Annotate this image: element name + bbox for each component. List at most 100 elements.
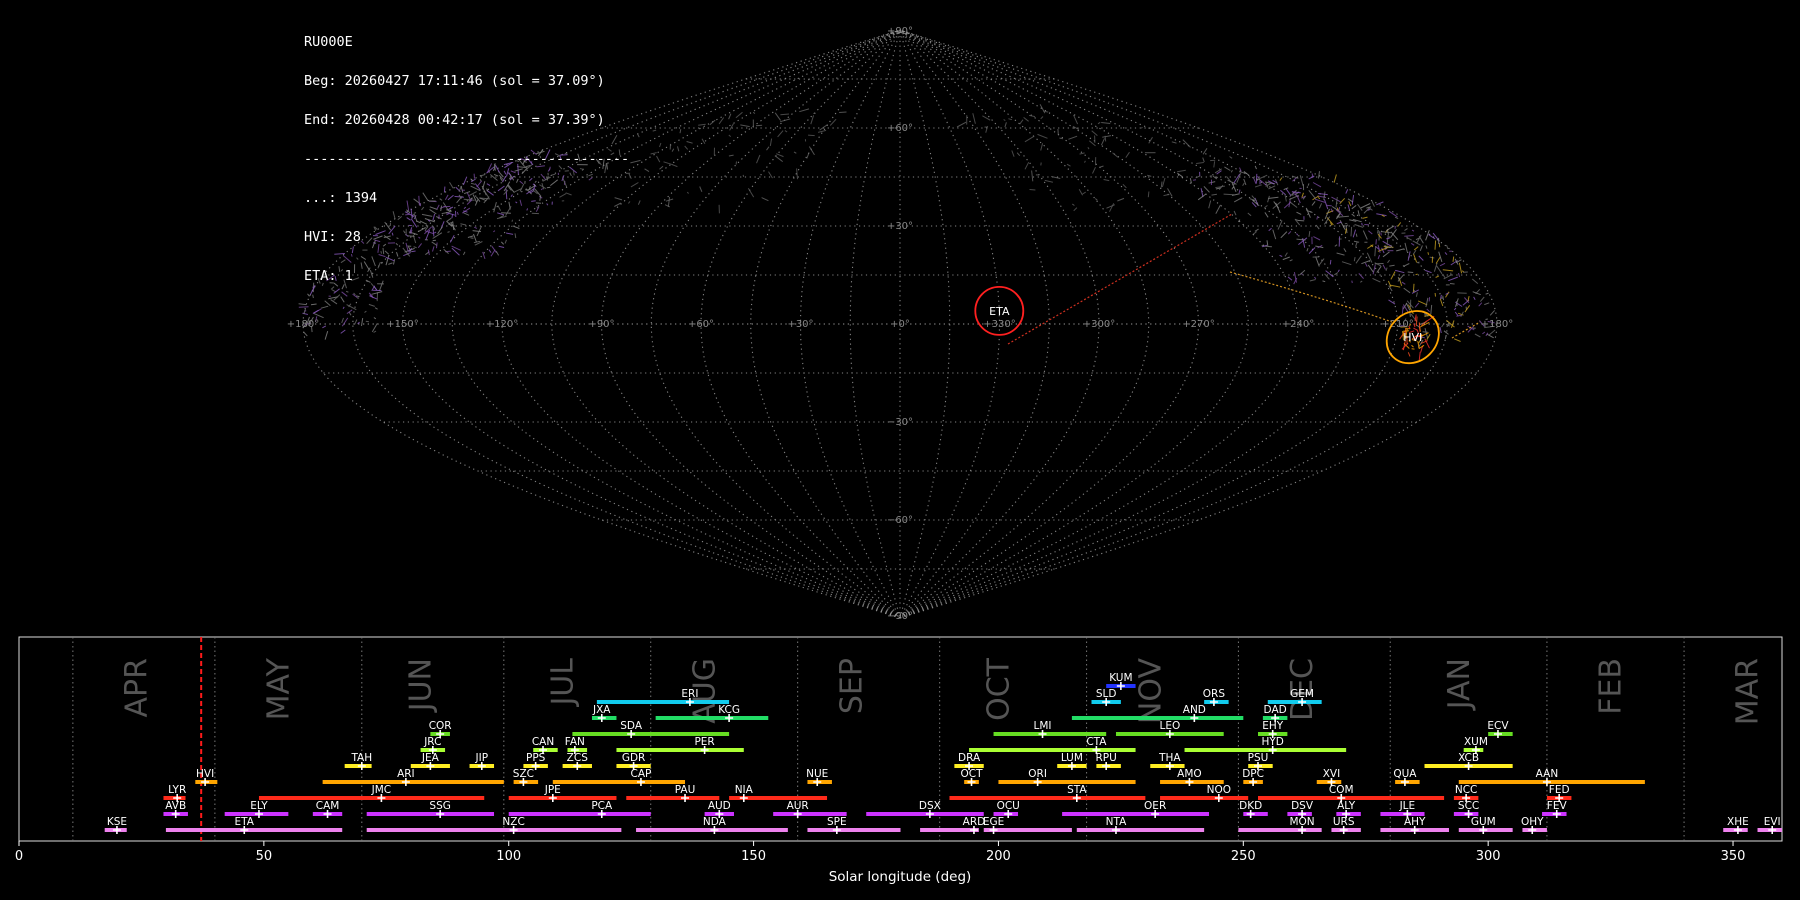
meteor-trail	[1084, 160, 1086, 163]
shower-fev: FEV	[1542, 800, 1567, 818]
shower-code-label: DRA	[958, 752, 981, 764]
meteor-trail	[364, 310, 367, 313]
begin-time: Beg: 20260427 17:11:46 (sol = 37.09°)	[304, 73, 605, 89]
meteor-trail	[1091, 130, 1098, 136]
radiant-label: HVI	[1403, 331, 1422, 344]
shower-activity-bar	[773, 812, 847, 816]
meteor-trail	[699, 186, 703, 192]
shower-pps: PPS	[523, 752, 548, 770]
meteor-trail	[1404, 228, 1408, 231]
meteor-trail	[1100, 138, 1105, 146]
shower-code-label: CAM	[316, 800, 340, 812]
meteor-trail	[298, 303, 307, 306]
meteor-trail	[1024, 161, 1030, 170]
meteor-trail	[1397, 222, 1402, 227]
meteor-trail	[1458, 262, 1463, 274]
meteor-trail	[1345, 189, 1349, 194]
meteor-trail-hvi	[1229, 271, 1393, 323]
meteor-trail	[1289, 201, 1298, 208]
meteor-trail	[1364, 262, 1368, 267]
meteor-trail	[1147, 191, 1150, 198]
meteor-trail	[1254, 184, 1262, 188]
shower-code-label: ZCS	[567, 752, 589, 764]
shower-ocu: OCU	[993, 800, 1020, 818]
meteor-trail	[1112, 152, 1119, 158]
shower-activity-bar	[1458, 780, 1645, 784]
shower-code-label: KUM	[1109, 672, 1132, 684]
meteor-trail	[1442, 295, 1445, 301]
meteor-trail	[1311, 201, 1316, 206]
shower-dad: DAD	[1262, 704, 1288, 722]
meteor-trail	[1209, 175, 1212, 177]
meteor-trail	[756, 154, 761, 164]
meteor-trail	[1238, 189, 1241, 194]
shower-code-label: ELY	[250, 800, 268, 812]
count-sporadic: ...: 1394	[304, 190, 378, 206]
meteor-trail	[1268, 227, 1272, 232]
shower-code-label: SCC	[1458, 800, 1479, 812]
meteor-trail	[1316, 215, 1319, 220]
shower-activity-bar	[1160, 796, 1249, 800]
shower-code-label: HVI	[196, 768, 214, 780]
meteor-trail	[1372, 277, 1381, 283]
meteor-trail	[1485, 292, 1489, 295]
shower-activity-bar	[993, 732, 1107, 736]
shower-dpc: DPC	[1242, 768, 1264, 786]
meteor-trail	[1407, 352, 1411, 357]
shower-code-label: ECV	[1487, 720, 1509, 732]
meteor-trail	[784, 130, 788, 133]
meteor-trail	[1285, 188, 1292, 196]
meteor-trail	[1019, 119, 1024, 125]
meteor-trail	[1344, 228, 1347, 234]
radiant-label: ETA	[989, 305, 1010, 318]
shower-code-label: EGE	[983, 816, 1004, 828]
meteor-trail	[1422, 331, 1428, 333]
meteor-trail	[1351, 280, 1353, 284]
meteor-trail	[796, 168, 798, 180]
shower-activity-bar	[969, 748, 1136, 752]
meteor-trail	[1016, 152, 1021, 157]
shower-code-label: NZC	[502, 816, 524, 828]
meteor-trail	[1202, 157, 1205, 163]
meteor-trail	[1418, 255, 1424, 261]
meteor-trail	[652, 129, 657, 132]
meteor-trail	[628, 173, 632, 179]
meteor-trail	[1322, 280, 1326, 283]
meteor-trail	[1444, 335, 1447, 340]
meteor-trail	[1343, 248, 1347, 253]
meteor-trail	[1376, 265, 1382, 273]
shower-dsv: DSV	[1287, 800, 1314, 818]
meteor-trail	[1339, 220, 1346, 231]
meteor-trail	[808, 134, 815, 137]
longitude-label: +330°	[983, 319, 1015, 330]
shower-code-label: OHY	[1521, 816, 1544, 828]
shower-code-label: PAU	[675, 784, 696, 796]
shower-code-label: RPU	[1096, 752, 1117, 764]
shower-code-label: COM	[1329, 784, 1354, 796]
meteor-trail	[1454, 311, 1459, 316]
meteor-trail	[1040, 116, 1044, 120]
meteor-trail	[1306, 248, 1309, 252]
latitude-label: +90°	[887, 26, 913, 37]
separator-rule: ----------------------------------------	[304, 151, 630, 167]
shower-activity-bar	[1238, 828, 1322, 832]
meteor-trail	[322, 325, 327, 329]
x-tick-label: 100	[496, 849, 521, 864]
shower-code-label: OCU	[997, 800, 1020, 812]
meteor-trail	[1031, 170, 1034, 182]
meteor-trail	[684, 145, 689, 150]
shower-code-label: ERI	[681, 688, 698, 700]
meteor-trail	[1394, 216, 1399, 220]
shower-code-label: AMO	[1177, 768, 1202, 780]
meteor-trail	[312, 309, 319, 314]
shower-zcs: ZCS	[562, 752, 592, 770]
meteor-trail	[747, 188, 755, 198]
meteor-trail	[1323, 199, 1329, 210]
meteor-trail	[1268, 185, 1276, 190]
meteor-trail	[1087, 147, 1090, 150]
meteor-trail	[1039, 104, 1046, 114]
shower-code-label: EVI	[1764, 816, 1781, 828]
meteor-trail	[1308, 189, 1316, 200]
meteor-trail	[1266, 240, 1269, 246]
meteor-trail	[340, 296, 345, 303]
